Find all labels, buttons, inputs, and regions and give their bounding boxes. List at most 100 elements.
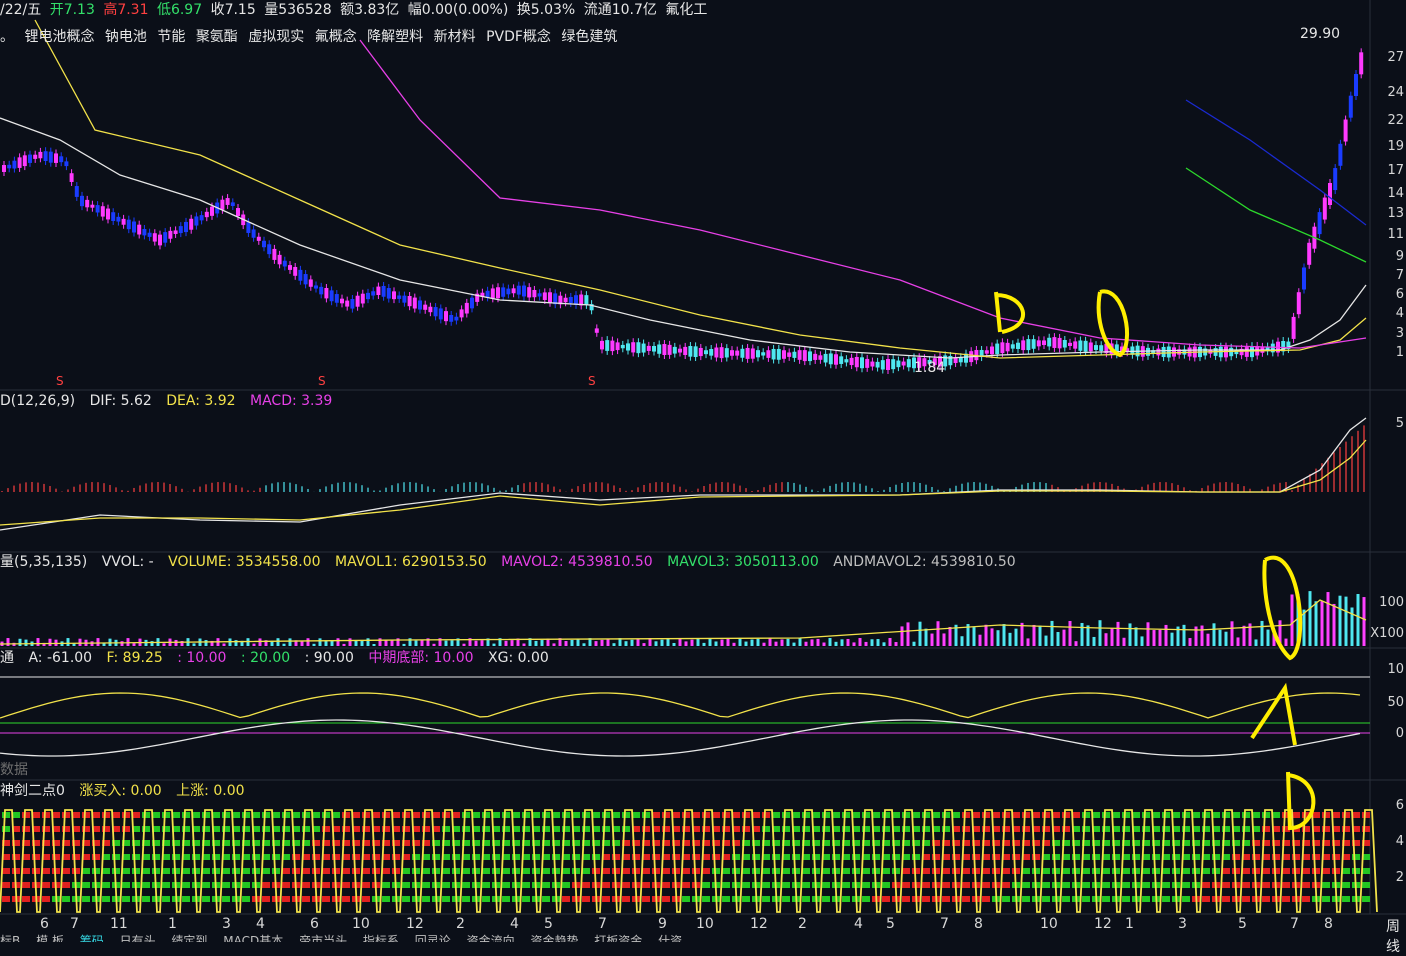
chart-canvas[interactable] [0,0,1406,942]
sword-arrow-cell [1122,812,1130,818]
volume-bar [1116,621,1120,646]
volume-bar [1104,633,1108,646]
sword-arrow-cell [922,896,930,902]
volume-panel-plot [0,591,1367,646]
volume-bar [834,641,838,646]
concept-tag[interactable]: 聚氨酯 [196,29,238,45]
sword-arrow-cell [622,812,630,818]
candle-body [314,285,318,289]
concept-tag[interactable]: 节能 [157,29,185,45]
bottom-tab[interactable]: MACD基本 [223,934,283,942]
bottom-tab[interactable]: 筹码 [80,934,104,942]
candle-body [137,224,142,235]
sword-arrow-cell [812,868,820,874]
x-axis-label: 5 [544,916,553,932]
bottom-tab[interactable]: 日有头 [120,934,156,942]
sword-arrow-cell [972,854,980,860]
sword-up: 上涨: 0.00 [176,783,245,799]
sword-arrow-cell [962,882,970,888]
bottom-tab[interactable]: 打板资金 [594,934,642,942]
sword-arrow-cell [562,896,570,902]
volume-bar [744,641,748,646]
sword-arrow-cell [162,868,170,874]
concept-tag[interactable]: 锂电池概念 [24,29,94,45]
sword-arrow-cell [142,882,150,888]
sword-arrow-cell [1362,868,1370,874]
candle-body [522,285,526,297]
candle-body [48,151,53,163]
volume-bar [750,639,754,646]
macd-dif: DIF: 5.62 [89,393,152,409]
concept-tag[interactable]: 氟概念 [315,29,357,45]
candle-body [121,218,126,225]
x-axis-label: 12 [750,916,768,932]
sword-arrow-cell [422,882,430,888]
candle-body [1359,52,1364,75]
bottom-tab[interactable]: 标B [0,934,20,942]
volume-bar [762,642,766,646]
bottom-tab[interactable]: 资金趋势 [530,934,578,942]
candle-body [38,151,43,159]
concept-tag[interactable]: PVDF概念 [486,29,551,45]
sword-arrow-cell [402,812,410,818]
candle-body [355,295,360,307]
sword-arrow-cell [1022,868,1030,874]
concept-tag[interactable]: 降解塑料 [367,29,423,45]
candle-body [849,357,854,366]
sword-arrow-cell [492,868,500,874]
bottom-tab[interactable]: 什资 [658,934,682,942]
candle-body [132,221,136,233]
volume-bar [504,640,508,646]
sword-arrow-cell [732,868,740,874]
sword-arrow-cell [82,868,90,874]
concept-tag[interactable]: 绿色建筑 [561,29,617,45]
sword-arrow-cell [182,882,190,888]
candle-body [1062,340,1067,348]
bottom-tab[interactable]: 模 板 [36,934,64,942]
sword-arrow-cell [952,854,960,860]
sword-arrow-cell [912,868,920,874]
sword-arrow-cell [932,868,940,874]
bottom-tab[interactable]: 帝市当头 [299,934,347,942]
volume-bar [918,621,922,646]
sword-arrow-cell [382,868,390,874]
candle-body [423,304,428,310]
bottom-tab[interactable]: 资金流向 [467,934,515,942]
sword-arrow-cell [1262,868,1270,874]
bottom-tab[interactable]: 回灵论 [415,934,451,942]
sword-arrow-cell [682,896,690,902]
sword-arrow-cell [1192,854,1200,860]
bottom-tab[interactable]: 指标系 [363,934,399,942]
volume-bar [444,640,448,646]
concept-tag[interactable]: 钠电池 [105,29,147,45]
sword-arrow-cell [522,896,530,902]
sword-arrow-cell [342,868,350,874]
bottom-tab[interactable]: 绩定到 [171,934,207,942]
sword-arrow-cell [602,868,610,874]
candle-body [631,342,636,353]
indicator-y-tick: 50 [1387,695,1404,710]
candle-body [470,297,474,309]
sword-arrow-cell [632,868,640,874]
volume-bar [930,633,934,646]
candle-body [1052,337,1057,348]
candle-body [506,288,511,295]
volume-bar [534,640,538,646]
sword-arrow-cell [1082,868,1090,874]
sword-arrow-cell [1032,868,1040,874]
sword-arrow-cell [582,896,590,902]
candle-body [615,342,620,351]
bottom-indicator-tabs: 标B 模 板 筹码 日有头 绩定到 MACD基本 帝市当头 指标系 回灵论 资金… [0,934,1406,942]
sword-arrow-cell [302,882,310,888]
ma-yellow-line [34,19,1367,359]
indicator-mid-bottom: 中期底部: 10.00 [368,650,474,666]
concept-tag[interactable]: 新材料 [434,29,476,45]
sword-arrow-cell [1162,868,1170,874]
sword-arrow-cell [1042,882,1050,888]
volume-bar [720,639,724,646]
volume-bar [192,643,196,646]
sword-arrow-cell [432,868,440,874]
candle-body [756,350,760,358]
volume-bar [132,643,136,646]
concept-tag[interactable]: 虚拟现实 [248,29,304,45]
